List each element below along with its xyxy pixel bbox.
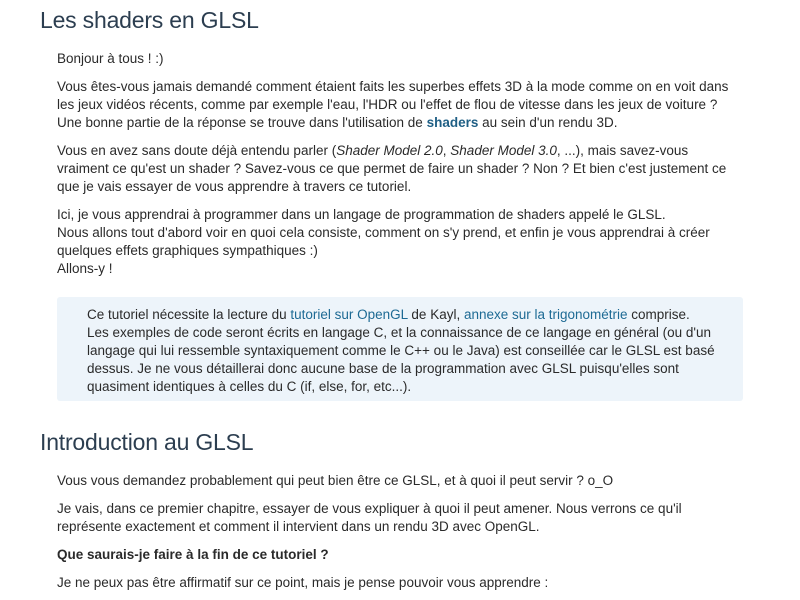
opengl-tutorial-link[interactable]: tutoriel sur OpenGL <box>290 307 407 322</box>
greeting-text: Bonjour à tous ! :) <box>57 51 164 66</box>
shader-model-paragraph: Vous en avez sans doute déjà entendu par… <box>57 142 737 196</box>
shaders-link[interactable]: shaders <box>427 115 479 130</box>
question-text: Que saurais-je faire à la fin de ce tuto… <box>57 547 329 562</box>
note-text-2: de Kayl, <box>407 307 464 322</box>
chapter-text: Je vais, dans ce premier chapitre, essay… <box>57 501 682 534</box>
shader-model-2: Shader Model 2.0 <box>336 143 443 158</box>
note-text-3: comprise. <box>627 307 690 322</box>
question-heading: Que saurais-je faire à la fin de ce tuto… <box>57 546 737 564</box>
greeting-paragraph: Bonjour à tous ! :) <box>57 50 737 68</box>
shader-model-3: Shader Model 3.0 <box>450 143 557 158</box>
note-text-4: Les exemples de code seront écrits en la… <box>87 325 715 394</box>
info-note-box: Ce tutoriel nécessite la lecture du tuto… <box>57 297 743 401</box>
intro-text-3: au sein d'un rendu 3D. <box>478 115 618 130</box>
page: Les shaders en GLSL Bonjour à tous ! :) … <box>0 0 800 600</box>
section-title-intro: Introduction au GLSL <box>40 429 254 455</box>
note-text-1: Ce tutoriel nécessite la lecture du <box>87 307 291 322</box>
intro-text-2: Une bonne partie de la réponse se trouve… <box>57 115 427 130</box>
info-note-text: Ce tutoriel nécessite la lecture du tuto… <box>87 306 727 396</box>
intro-paragraph: Vous êtes-vous jamais demandé comment ét… <box>57 78 737 132</box>
intro-glsl-text: Vous vous demandez probablement qui peut… <box>57 473 614 488</box>
section-title: Les shaders en GLSL <box>40 7 259 33</box>
trigonometry-annex-link[interactable]: annexe sur la trigonométrie <box>464 307 628 322</box>
goal-paragraph: Ici, je vous apprendrai à programmer dan… <box>57 206 737 278</box>
learning-text: Je ne peux pas être affirmatif sur ce po… <box>57 575 549 590</box>
learning-paragraph: Je ne peux pas être affirmatif sur ce po… <box>57 574 737 592</box>
chapter-paragraph: Je vais, dans ce premier chapitre, essay… <box>57 500 737 536</box>
intro-text: Vous êtes-vous jamais demandé comment ét… <box>57 79 729 112</box>
intro-glsl-paragraph: Vous vous demandez probablement qui peut… <box>57 472 737 490</box>
goal-text-2: Nous allons tout d'abord voir en quoi ce… <box>57 225 710 258</box>
shader-model-text: Vous en avez sans doute déjà entendu par… <box>57 143 337 158</box>
goal-text-1: Ici, je vous apprendrai à programmer dan… <box>57 207 666 222</box>
goal-text-3: Allons-y ! <box>57 261 113 276</box>
